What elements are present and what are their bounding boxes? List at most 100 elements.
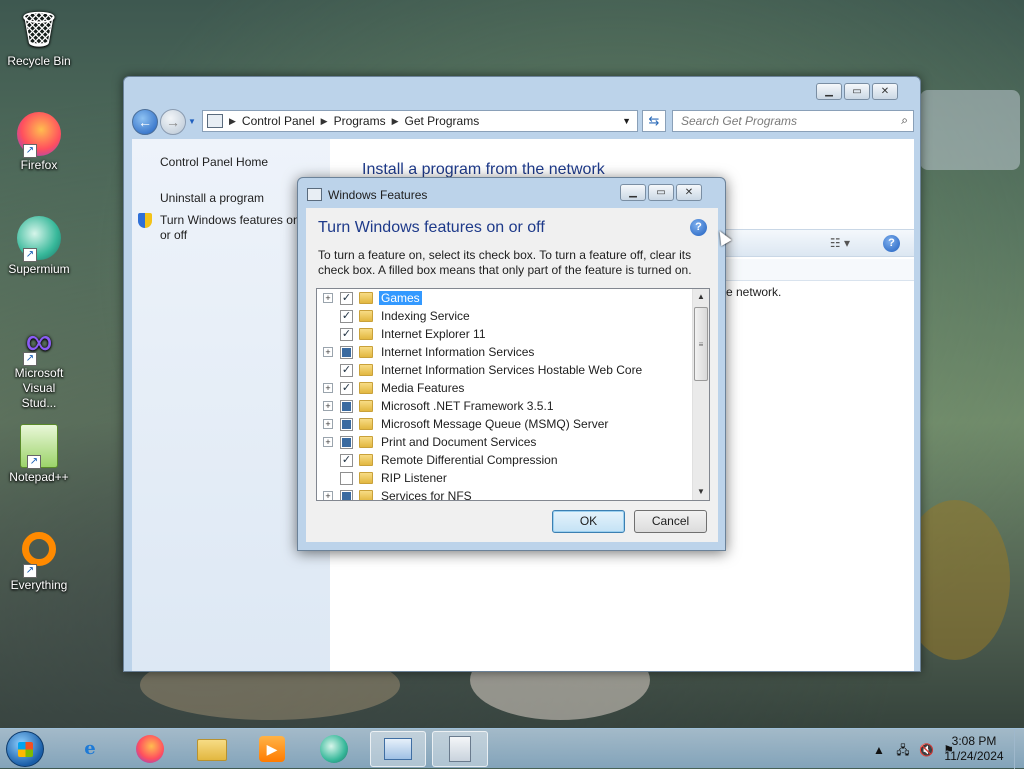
dialog-close-button[interactable]: ✕ [676,184,702,201]
breadcrumb-programs[interactable]: Programs [330,114,390,128]
feature-row[interactable]: + Print and Document Services [317,433,691,451]
cancel-button[interactable]: Cancel [634,510,707,533]
expand-icon[interactable]: + [323,437,333,447]
feature-label[interactable]: Games [379,291,422,305]
shortcut-arrow-icon: ↗ [23,144,37,158]
recent-pages-dropdown-icon[interactable]: ▼ [188,117,196,126]
feature-label[interactable]: Microsoft .NET Framework 3.5.1 [379,399,556,413]
start-button[interactable] [6,731,44,767]
scroll-down-arrow-icon[interactable]: ▼ [693,484,709,500]
search-input[interactable]: Search Get Programs ⌕ [672,110,914,132]
network-icon[interactable]: 🖧 [896,743,909,757]
feature-label[interactable]: Internet Explorer 11 [379,327,488,341]
feature-label[interactable]: RIP Listener [379,471,449,485]
desktop-icon-label: Everything [10,578,68,592]
dialog-maximize-button[interactable]: ▭ [648,184,674,201]
vertical-scrollbar[interactable]: ▲ ≡ ▼ [692,289,709,500]
show-desktop-button[interactable] [1014,729,1024,769]
feature-row[interactable]: + Internet Information Services [317,343,691,361]
refresh-button[interactable]: ⇆ [642,110,666,132]
volume-muted-icon[interactable]: 🔇 [919,743,934,757]
feature-checkbox[interactable]: ✓ [340,327,353,341]
forward-button[interactable]: → [160,109,186,135]
expand-icon[interactable]: + [323,347,333,357]
feature-row[interactable]: ✓ Indexing Service [317,307,691,325]
scrollbar-thumb[interactable]: ≡ [694,307,708,381]
dialog-minimize-button[interactable]: ▁ [620,184,646,201]
supermium-icon[interactable] [306,731,362,767]
show-hidden-icons-icon[interactable]: ▲ [873,743,885,757]
feature-checkbox[interactable] [340,417,353,431]
desktop-icon-notepadpp[interactable]: ↗ Notepad++ [4,424,74,485]
windows-features-taskbar-button[interactable] [432,731,488,767]
feature-row[interactable]: + ✓ Games [317,289,691,307]
feature-checkbox[interactable] [340,471,353,485]
address-dropdown-icon[interactable]: ▼ [622,116,631,126]
desktop-icon-recycle-bin[interactable]: 🗑 Recycle Bin [4,8,74,69]
feature-checkbox[interactable] [340,399,353,413]
feature-label[interactable]: Remote Differential Compression [379,453,560,467]
control-panel-taskbar-button[interactable] [370,731,426,767]
minimize-button[interactable]: ▁ [816,83,842,100]
feature-checkbox[interactable]: ✓ [340,291,353,305]
breadcrumb-control-panel[interactable]: Control Panel [238,114,319,128]
feature-row[interactable]: ✓ Internet Information Services Hostable … [317,361,691,379]
feature-checkbox[interactable]: ✓ [340,453,353,467]
folder-icon [359,328,373,340]
expand-icon[interactable]: + [323,419,333,429]
breadcrumb-separator-icon[interactable]: ▶ [319,116,330,127]
folder-icon [359,346,373,358]
internet-explorer-icon[interactable]: e [62,731,118,767]
feature-checkbox[interactable]: ✓ [340,363,353,377]
expand-icon[interactable]: + [323,383,333,393]
control-panel-home-link[interactable]: Control Panel Home [160,155,268,169]
feature-row[interactable]: + ✓ Media Features [317,379,691,397]
clock[interactable]: 3:08 PM 11/24/2024 [936,734,1012,764]
feature-label[interactable]: Indexing Service [379,309,472,323]
feature-row[interactable]: + Microsoft Message Queue (MSMQ) Server [317,415,691,433]
feature-row[interactable]: ✓ Internet Explorer 11 [317,325,691,343]
search-icon[interactable]: ⌕ [901,113,908,128]
folder-icon [359,310,373,322]
expand-icon[interactable]: + [323,293,333,303]
feature-row[interactable]: ✓ Remote Differential Compression [317,451,691,469]
feature-row[interactable]: RIP Listener [317,469,691,487]
feature-checkbox[interactable] [340,489,353,500]
desktop-icon-everything[interactable]: ↗ Everything [4,528,74,593]
feature-checkbox[interactable] [340,435,353,449]
desktop-icon-firefox[interactable]: ↗ Firefox [4,112,74,173]
expand-icon[interactable]: + [323,401,333,411]
feature-label[interactable]: Media Features [379,381,466,395]
uninstall-program-link[interactable]: Uninstall a program [160,191,264,205]
expand-icon[interactable]: + [323,491,333,500]
feature-label[interactable]: Microsoft Message Queue (MSMQ) Server [379,417,610,431]
feature-label[interactable]: Services for NFS [379,489,474,500]
feature-label[interactable]: Print and Document Services [379,435,538,449]
desktop-icon-visual-studio[interactable]: ∞ ↗ Microsoft Visual Stud... [4,320,74,411]
network-info-text: e network. [726,285,782,299]
maximize-button[interactable]: ▭ [844,83,870,100]
turn-windows-features-link[interactable]: Turn Windows features on or off [160,213,306,243]
help-icon[interactable]: ? [690,219,707,236]
ok-button[interactable]: OK [552,510,625,533]
file-explorer-icon[interactable] [184,731,240,767]
feature-label[interactable]: Internet Information Services [379,345,536,359]
feature-row[interactable]: + Services for NFS [317,487,691,500]
feature-checkbox[interactable]: ✓ [340,309,353,323]
breadcrumb-separator-icon[interactable]: ▶ [390,116,401,127]
media-player-icon[interactable]: ▶ [244,731,300,767]
feature-checkbox[interactable]: ✓ [340,381,353,395]
help-icon[interactable]: ? [883,235,900,252]
firefox-icon[interactable] [122,731,178,767]
feature-row[interactable]: + Microsoft .NET Framework 3.5.1 [317,397,691,415]
features-tree[interactable]: + Services for NFS RIP Listener ✓ Remote Dif… [316,288,710,501]
desktop-icon-supermium[interactable]: ↗ Supermium [4,216,74,277]
scroll-up-arrow-icon[interactable]: ▲ [693,289,709,305]
feature-checkbox[interactable] [340,345,353,359]
feature-label[interactable]: Internet Information Services Hostable W… [379,363,644,377]
view-options-icon[interactable]: ☷ ▾ [830,236,850,250]
back-button[interactable]: ← [132,109,158,135]
address-bar[interactable]: ▶ Control Panel ▶ Programs ▶ Get Program… [202,110,638,132]
breadcrumb-get-programs[interactable]: Get Programs [401,114,484,128]
close-button[interactable]: ✕ [872,83,898,100]
